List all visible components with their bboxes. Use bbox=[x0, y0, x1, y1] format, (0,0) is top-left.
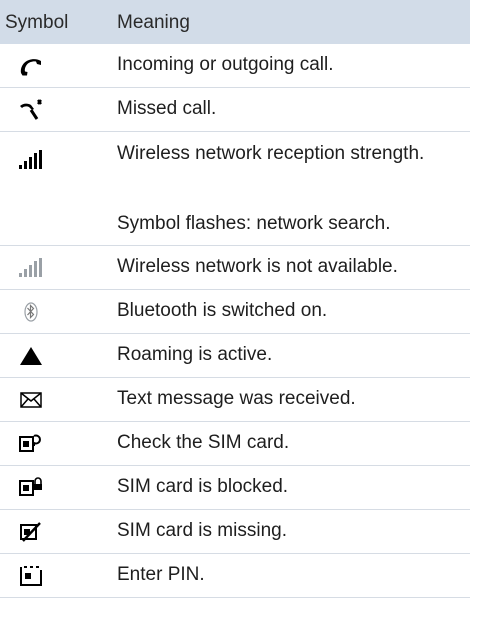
table-row: SIM card is missing. bbox=[0, 510, 470, 554]
row-meaning: SIM card is blocked. bbox=[117, 476, 289, 497]
header-meaning: Meaning bbox=[117, 12, 190, 33]
row-meaning: Text message was received. bbox=[117, 388, 356, 409]
row-meaning-extra: Symbol flashes: network search. bbox=[117, 213, 391, 234]
table-row: Bluetooth is switched on. bbox=[0, 290, 470, 334]
sim-missing-icon bbox=[18, 520, 44, 544]
table-row: Enter PIN. bbox=[0, 554, 470, 598]
table-header: Symbol Meaning bbox=[0, 0, 470, 44]
table-row: Roaming is active. bbox=[0, 334, 470, 378]
sim-check-icon bbox=[18, 432, 44, 456]
row-meaning: SIM card is missing. bbox=[117, 520, 287, 541]
sim-pin-icon bbox=[18, 564, 44, 588]
table-row: Missed call. bbox=[0, 88, 470, 132]
row-meaning: Incoming or outgoing call. bbox=[117, 54, 334, 75]
row-meaning: Missed call. bbox=[117, 98, 217, 119]
signal-unavailable-icon bbox=[18, 256, 44, 280]
table-row: SIM card is blocked. bbox=[0, 466, 470, 510]
row-meaning: Enter PIN. bbox=[117, 564, 205, 585]
header-symbol: Symbol bbox=[5, 12, 69, 33]
row-meaning: Roaming is active. bbox=[117, 344, 273, 365]
phone-call-icon bbox=[18, 54, 44, 78]
envelope-icon bbox=[18, 388, 44, 412]
row-meaning: Wireless network is not available. bbox=[117, 256, 398, 277]
table-row: Text message was received. bbox=[0, 378, 470, 422]
sim-blocked-icon bbox=[18, 476, 44, 500]
row-meaning: Wireless network reception strength. bbox=[117, 143, 425, 164]
row-meaning: Bluetooth is switched on. bbox=[117, 300, 328, 321]
roaming-triangle-icon bbox=[18, 344, 44, 368]
table-row: Wireless network is not available. bbox=[0, 246, 470, 290]
bluetooth-icon bbox=[18, 300, 44, 324]
table-row: Wireless network reception strength. Sym… bbox=[0, 132, 470, 246]
missed-call-icon bbox=[18, 98, 44, 122]
table-row: Check the SIM card. bbox=[0, 422, 470, 466]
table-row: Incoming or outgoing call. bbox=[0, 44, 470, 88]
row-meaning: Check the SIM card. bbox=[117, 432, 290, 453]
signal-strength-icon bbox=[18, 148, 44, 172]
